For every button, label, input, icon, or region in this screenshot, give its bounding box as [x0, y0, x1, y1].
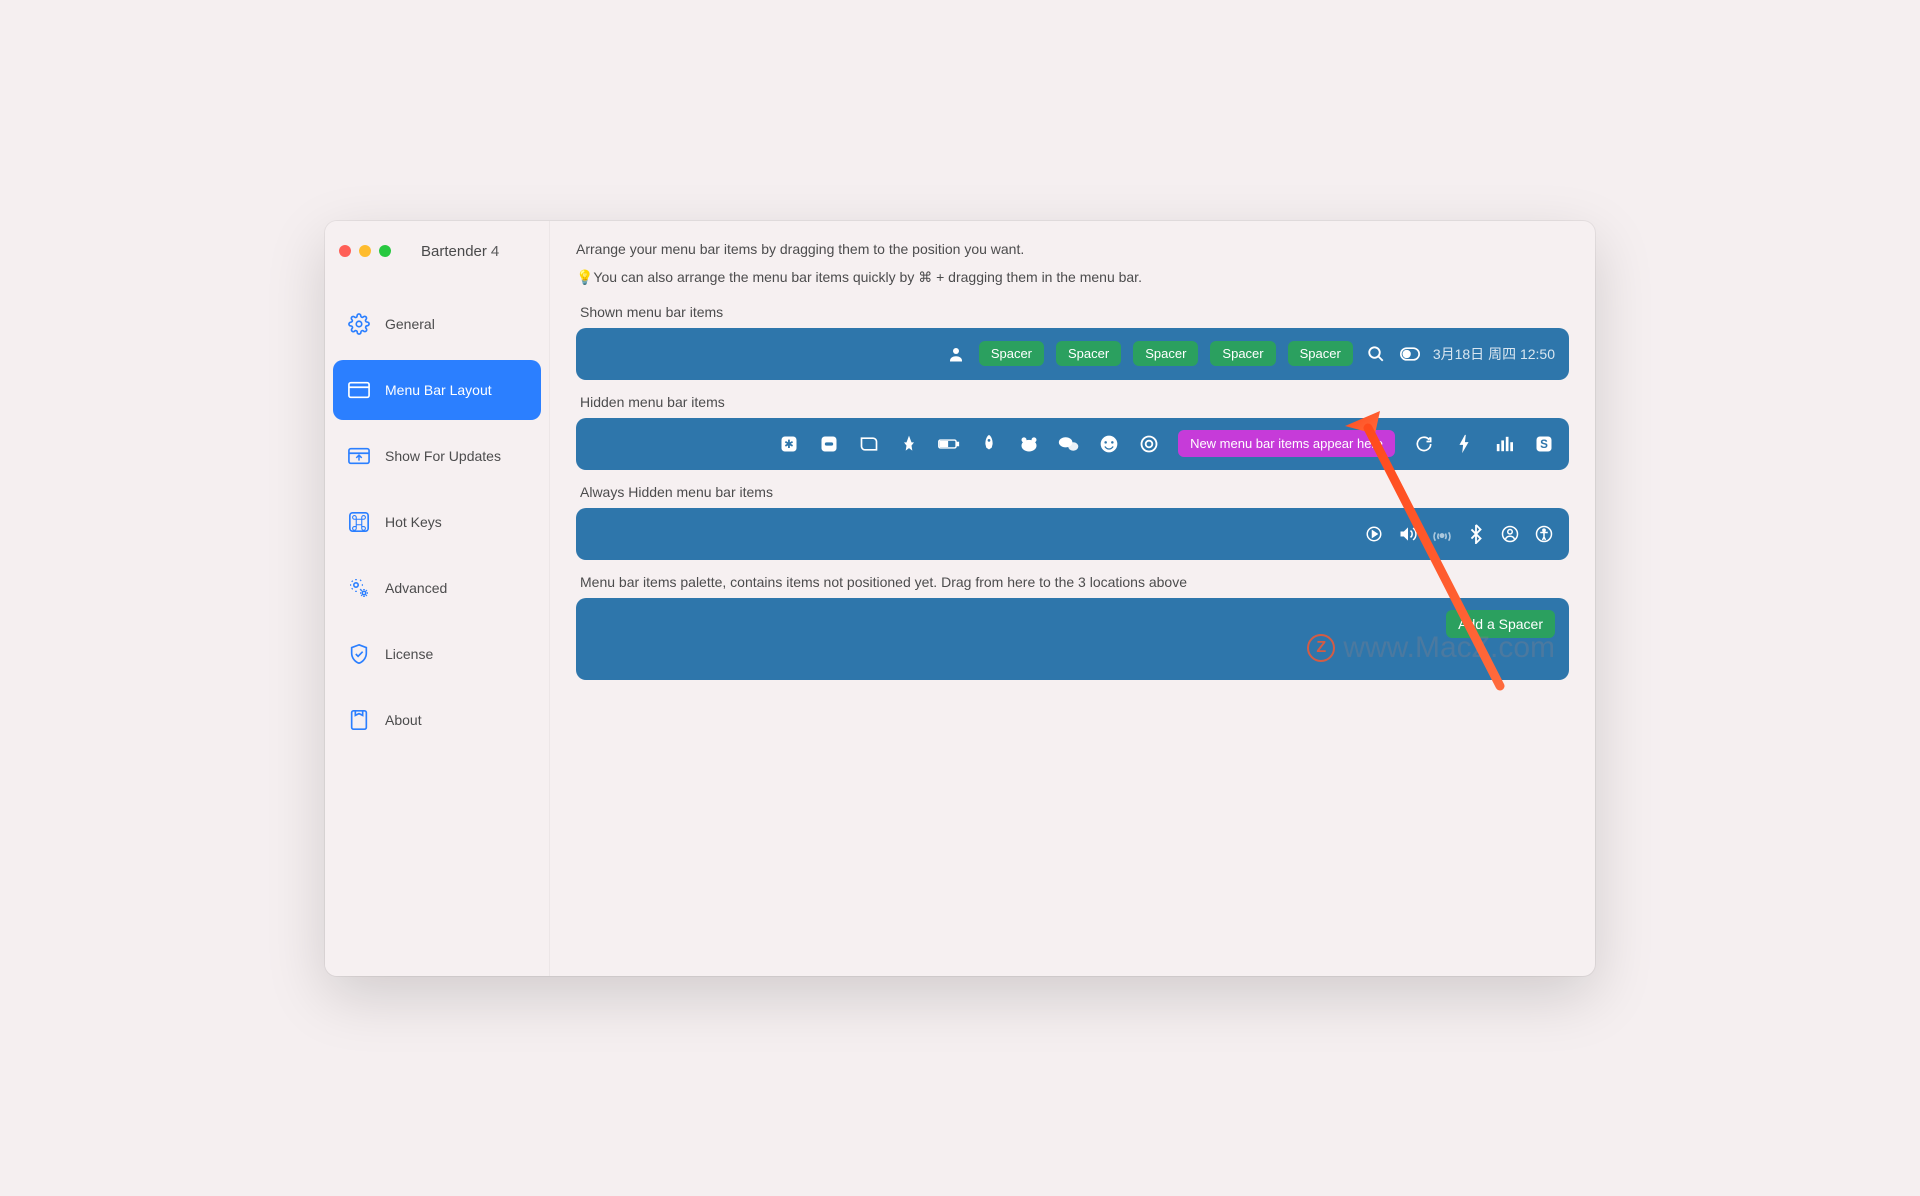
app-icon[interactable]: ✱ — [778, 433, 800, 455]
shown-items-bar[interactable]: Spacer Spacer Spacer Spacer Spacer 3月18日… — [576, 328, 1569, 380]
sync-icon[interactable] — [1413, 433, 1435, 455]
sidebar-item-label: Hot Keys — [385, 514, 442, 530]
accessibility-icon[interactable] — [1533, 523, 1555, 545]
spiral-icon[interactable] — [1138, 433, 1160, 455]
rocket-app-icon[interactable] — [978, 433, 1000, 455]
tip-prefix: 💡You can also arrange the menu bar items… — [576, 269, 918, 285]
app-window: Bartender4 General Menu Bar Layout — [325, 221, 1595, 976]
maximize-window-button[interactable] — [379, 245, 391, 257]
app-title-text: Bartender — [421, 243, 487, 260]
window-controls: Bartender4 — [325, 231, 549, 272]
tip-suffix: + dragging them in the menu bar. — [932, 269, 1142, 285]
sidebar-item-show-for-updates[interactable]: Show For Updates — [333, 426, 541, 486]
bolt-icon[interactable] — [1453, 433, 1475, 455]
hidden-items-bar[interactable]: ✱ New menu bar items appear here S — [576, 418, 1569, 470]
gears-icon — [347, 576, 371, 600]
sidebar-item-hot-keys[interactable]: Hot Keys — [333, 492, 541, 552]
license-icon — [347, 642, 371, 666]
svg-text:✱: ✱ — [784, 438, 794, 451]
spacer-item[interactable]: Spacer — [1210, 341, 1275, 366]
sidebar-nav: General Menu Bar Layout Show For Updates… — [325, 272, 549, 778]
add-spacer-button[interactable]: Add a Spacer — [1446, 610, 1555, 638]
palette-section-label: Menu bar items palette, contains items n… — [580, 574, 1569, 590]
about-icon — [347, 708, 371, 732]
command-icon — [347, 510, 371, 534]
control-center-icon[interactable] — [1399, 343, 1421, 365]
app-title: Bartender4 — [421, 243, 499, 260]
datetime-display[interactable]: 3月18日 周四 12:50 — [1433, 344, 1555, 364]
palette-bar[interactable]: Add a Spacer — [576, 598, 1569, 680]
gear-icon — [347, 312, 371, 336]
spacer-item[interactable]: Spacer — [1288, 341, 1353, 366]
app-icon[interactable] — [858, 433, 880, 455]
equalizer-icon[interactable] — [1493, 433, 1515, 455]
shown-section-label: Shown menu bar items — [580, 304, 1569, 320]
user-account-icon[interactable] — [1499, 523, 1521, 545]
sidebar-item-label: Show For Updates — [385, 448, 501, 464]
airdrop-icon[interactable] — [1431, 523, 1453, 545]
always-hidden-section-label: Always Hidden menu bar items — [580, 484, 1569, 500]
bear-icon[interactable] — [1018, 433, 1040, 455]
play-icon[interactable] — [1363, 523, 1385, 545]
battery-icon[interactable] — [938, 433, 960, 455]
rocket-icon[interactable] — [898, 433, 920, 455]
app-icon[interactable] — [818, 433, 840, 455]
sidebar-item-label: License — [385, 646, 433, 662]
user-icon[interactable] — [945, 343, 967, 365]
s-app-icon[interactable]: S — [1533, 433, 1555, 455]
search-icon[interactable] — [1365, 343, 1387, 365]
sidebar-item-label: General — [385, 316, 435, 332]
minimize-window-button[interactable] — [359, 245, 371, 257]
svg-text:S: S — [1540, 438, 1548, 451]
sidebar-item-license[interactable]: License — [333, 624, 541, 684]
sidebar-item-label: About — [385, 712, 422, 728]
spacer-item[interactable]: Spacer — [1056, 341, 1121, 366]
tip-key: ⌘ — [918, 269, 932, 285]
close-window-button[interactable] — [339, 245, 351, 257]
sidebar-item-general[interactable]: General — [333, 294, 541, 354]
wechat-icon[interactable] — [1058, 433, 1080, 455]
main-content: Arrange your menu bar items by dragging … — [550, 221, 1595, 976]
emoji-icon[interactable] — [1098, 433, 1120, 455]
volume-icon[interactable] — [1397, 523, 1419, 545]
bluetooth-icon[interactable] — [1465, 523, 1487, 545]
sidebar-item-about[interactable]: About — [333, 690, 541, 750]
sidebar: Bartender4 General Menu Bar Layout — [325, 221, 550, 976]
sidebar-item-advanced[interactable]: Advanced — [333, 558, 541, 618]
sidebar-item-label: Advanced — [385, 580, 447, 596]
spacer-item[interactable]: Spacer — [979, 341, 1044, 366]
new-items-placeholder[interactable]: New menu bar items appear here — [1178, 430, 1395, 457]
always-hidden-items-bar[interactable] — [576, 508, 1569, 560]
app-version: 4 — [491, 243, 499, 260]
layout-description: Arrange your menu bar items by dragging … — [576, 241, 1569, 257]
spacer-item[interactable]: Spacer — [1133, 341, 1198, 366]
layout-icon — [347, 378, 371, 402]
hidden-section-label: Hidden menu bar items — [580, 394, 1569, 410]
layout-tip: 💡You can also arrange the menu bar items… — [576, 269, 1569, 286]
updates-icon — [347, 444, 371, 468]
sidebar-item-menu-bar-layout[interactable]: Menu Bar Layout — [333, 360, 541, 420]
sidebar-item-label: Menu Bar Layout — [385, 382, 492, 398]
